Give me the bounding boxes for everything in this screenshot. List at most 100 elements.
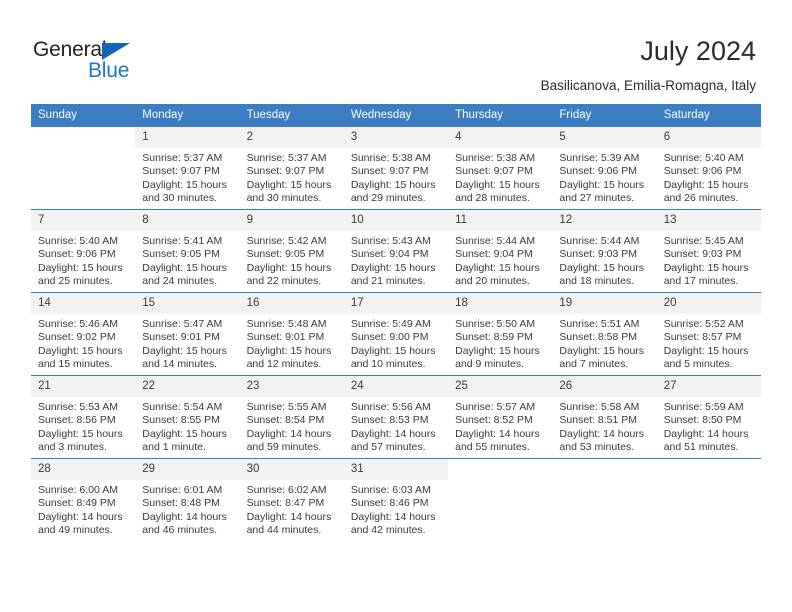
calendar-week-row: 21 Sunrise: 5:53 AM Sunset: 8:56 PM Dayligh… xyxy=(31,375,761,459)
sunset-text: Sunset: 8:54 PM xyxy=(246,414,325,427)
calendar-day-cell[interactable]: 18 Sunrise: 5:50 AM Sunset: 8:59 PM Dayligh… xyxy=(448,292,553,376)
calendar-day-cell[interactable]: 14 Sunrise: 5:46 AM Sunset: 9:02 PM Dayligh… xyxy=(31,292,136,376)
day-number: 23 xyxy=(239,376,344,397)
calendar-day-cell[interactable]: 25 Sunrise: 5:57 AM Sunset: 8:52 PM Dayligh… xyxy=(448,375,553,459)
sunrise-text: Sunrise: 5:54 AM xyxy=(142,401,223,413)
calendar-day-cell[interactable]: 24 Sunrise: 5:56 AM Sunset: 8:53 PM Dayligh… xyxy=(343,375,449,459)
calendar-day-cell[interactable]: 31 Sunrise: 6:03 AM Sunset: 8:46 PM Dayligh… xyxy=(343,458,449,541)
calendar-day-cell[interactable]: 30 Sunrise: 6:02 AM Sunset: 8:47 PM Dayligh… xyxy=(239,458,344,541)
general-blue-logo[interactable]: General Blue xyxy=(33,38,193,84)
calendar-body: 1 Sunrise: 5:37 AM Sunset: 9:07 PM Daylight… xyxy=(31,126,761,541)
daylight-text: Daylight: 15 hours and 21 minutes. xyxy=(350,261,436,288)
day-number: 13 xyxy=(656,210,761,231)
day-number: 18 xyxy=(448,293,553,314)
day-number: 10 xyxy=(343,210,449,231)
day-sun-info: Sunrise: 5:37 AM Sunset: 9:07 PM Daylight:… xyxy=(240,148,344,206)
daylight-text: Daylight: 15 hours and 1 minute. xyxy=(142,427,227,454)
daylight-text: Daylight: 15 hours and 25 minutes. xyxy=(38,261,123,288)
day-sun-info: Sunrise: 5:50 AM Sunset: 8:59 PM Daylight:… xyxy=(448,314,552,372)
day-number: 4 xyxy=(448,127,553,148)
calendar-day-cell[interactable]: 13 Sunrise: 5:45 AM Sunset: 9:03 PM Dayligh… xyxy=(656,209,761,293)
day-sun-info: Sunrise: 5:43 AM Sunset: 9:04 PM Daylight:… xyxy=(344,231,448,289)
daylight-text: Daylight: 15 hours and 29 minutes. xyxy=(350,178,436,205)
day-sun-info: Sunrise: 5:39 AM Sunset: 9:06 PM Daylight:… xyxy=(552,148,656,206)
sunrise-text: Sunrise: 5:50 AM xyxy=(455,318,536,330)
daylight-text: Daylight: 15 hours and 7 minutes. xyxy=(559,344,645,371)
calendar-day-cell[interactable]: 16 Sunrise: 5:48 AM Sunset: 9:01 PM Dayligh… xyxy=(239,292,344,376)
daylight-text: Daylight: 15 hours and 30 minutes. xyxy=(142,178,227,205)
sunrise-text: Sunrise: 5:41 AM xyxy=(142,235,223,247)
day-sun-info: Sunrise: 5:42 AM Sunset: 9:05 PM Daylight:… xyxy=(240,231,344,289)
sunset-text: Sunset: 9:06 PM xyxy=(663,165,742,178)
sunrise-text: Sunrise: 5:56 AM xyxy=(350,401,431,413)
day-number: 25 xyxy=(448,376,553,397)
calendar-day-cell[interactable]: 15 Sunrise: 5:47 AM Sunset: 9:01 PM Dayligh… xyxy=(135,292,240,376)
calendar-day-cell[interactable]: 4 Sunrise: 5:38 AM Sunset: 9:07 PM Daylight… xyxy=(448,126,553,210)
calendar-day-cell[interactable]: 27 Sunrise: 5:59 AM Sunset: 8:50 PM Dayligh… xyxy=(656,375,761,459)
calendar-day-cell[interactable]: 2 Sunrise: 5:37 AM Sunset: 9:07 PM Daylight… xyxy=(239,126,344,210)
sunrise-text: Sunrise: 6:02 AM xyxy=(246,484,327,496)
calendar-day-cell[interactable]: 1 Sunrise: 5:37 AM Sunset: 9:07 PM Daylight… xyxy=(135,126,240,210)
sunset-text: Sunset: 9:07 PM xyxy=(142,165,220,178)
sunset-text: Sunset: 9:07 PM xyxy=(246,165,325,178)
day-sun-info: Sunrise: 5:51 AM Sunset: 8:58 PM Daylight:… xyxy=(552,314,656,372)
weekday-header-thursday: Thursday xyxy=(448,104,553,127)
sunrise-text: Sunrise: 5:47 AM xyxy=(142,318,223,330)
sunrise-text: Sunrise: 5:37 AM xyxy=(246,152,327,164)
day-number: 6 xyxy=(656,127,761,148)
daylight-text: Daylight: 14 hours and 49 minutes. xyxy=(38,510,123,537)
day-sun-info: Sunrise: 5:44 AM Sunset: 9:03 PM Daylight:… xyxy=(552,231,656,289)
sunset-text: Sunset: 9:05 PM xyxy=(142,248,220,261)
sunrise-text: Sunrise: 5:44 AM xyxy=(455,235,536,247)
calendar-day-cell[interactable]: 9 Sunrise: 5:42 AM Sunset: 9:05 PM Daylight… xyxy=(239,209,344,293)
sunrise-text: Sunrise: 6:03 AM xyxy=(350,484,431,496)
sunset-text: Sunset: 8:47 PM xyxy=(246,497,325,510)
day-number: 7 xyxy=(31,210,136,231)
day-sun-info: Sunrise: 5:44 AM Sunset: 9:04 PM Daylight:… xyxy=(448,231,552,289)
calendar-day-cell[interactable]: 12 Sunrise: 5:44 AM Sunset: 9:03 PM Dayligh… xyxy=(552,209,657,293)
calendar-day-cell[interactable]: 22 Sunrise: 5:54 AM Sunset: 8:55 PM Dayligh… xyxy=(135,375,240,459)
calendar-day-cell[interactable]: 23 Sunrise: 5:55 AM Sunset: 8:54 PM Dayligh… xyxy=(239,375,344,459)
day-number: 16 xyxy=(239,293,344,314)
day-sun-info: Sunrise: 5:53 AM Sunset: 8:56 PM Daylight:… xyxy=(31,397,135,455)
calendar-day-cell[interactable]: 10 Sunrise: 5:43 AM Sunset: 9:04 PM Dayligh… xyxy=(343,209,449,293)
day-number: 3 xyxy=(343,127,449,148)
calendar-container: Sunday Monday Tuesday Wednesday Thursday… xyxy=(31,104,761,541)
calendar-day-cell[interactable]: 28 Sunrise: 6:00 AM Sunset: 8:49 PM Dayligh… xyxy=(31,458,136,541)
calendar-day-cell[interactable]: 19 Sunrise: 5:51 AM Sunset: 8:58 PM Dayligh… xyxy=(552,292,657,376)
calendar-day-cell[interactable]: 17 Sunrise: 5:49 AM Sunset: 9:00 PM Dayligh… xyxy=(343,292,449,376)
daylight-text: Daylight: 14 hours and 46 minutes. xyxy=(142,510,227,537)
weekday-header-wednesday: Wednesday xyxy=(343,104,449,127)
sunset-text: Sunset: 8:50 PM xyxy=(663,414,742,427)
day-sun-info: Sunrise: 5:40 AM Sunset: 9:06 PM Daylight:… xyxy=(657,148,761,206)
calendar-day-cell[interactable]: 11 Sunrise: 5:44 AM Sunset: 9:04 PM Dayligh… xyxy=(448,209,553,293)
page-subtitle: Basilicanova, Emilia-Romagna, Italy xyxy=(540,78,756,93)
sunset-text: Sunset: 8:46 PM xyxy=(350,497,429,510)
calendar-day-cell[interactable]: 8 Sunrise: 5:41 AM Sunset: 9:05 PM Daylight… xyxy=(135,209,240,293)
day-number: 20 xyxy=(656,293,761,314)
day-number: 27 xyxy=(656,376,761,397)
sunset-text: Sunset: 8:55 PM xyxy=(142,414,220,427)
day-sun-info: Sunrise: 6:03 AM Sunset: 8:46 PM Daylight:… xyxy=(344,480,448,538)
day-number xyxy=(656,459,761,480)
sunset-text: Sunset: 9:04 PM xyxy=(350,248,429,261)
calendar-day-cell[interactable]: 7 Sunrise: 5:40 AM Sunset: 9:06 PM Daylight… xyxy=(31,209,136,293)
calendar-day-cell[interactable]: 3 Sunrise: 5:38 AM Sunset: 9:07 PM Daylight… xyxy=(343,126,449,210)
sunrise-text: Sunrise: 5:40 AM xyxy=(663,152,744,164)
day-sun-info: Sunrise: 5:56 AM Sunset: 8:53 PM Daylight:… xyxy=(344,397,448,455)
sunrise-text: Sunrise: 5:45 AM xyxy=(663,235,744,247)
calendar-day-cell[interactable]: 26 Sunrise: 5:58 AM Sunset: 8:51 PM Dayligh… xyxy=(552,375,657,459)
sunrise-text: Sunrise: 5:37 AM xyxy=(142,152,223,164)
calendar-day-cell[interactable]: 20 Sunrise: 5:52 AM Sunset: 8:57 PM Dayligh… xyxy=(656,292,761,376)
day-sun-info: Sunrise: 5:46 AM Sunset: 9:02 PM Daylight:… xyxy=(31,314,135,372)
day-number: 29 xyxy=(135,459,240,480)
day-sun-info: Sunrise: 6:01 AM Sunset: 8:48 PM Daylight:… xyxy=(135,480,239,538)
sunrise-text: Sunrise: 5:40 AM xyxy=(38,235,118,247)
sunset-text: Sunset: 9:01 PM xyxy=(142,331,220,344)
calendar-day-cell[interactable]: 29 Sunrise: 6:01 AM Sunset: 8:48 PM Dayligh… xyxy=(135,458,240,541)
sunset-text: Sunset: 9:07 PM xyxy=(455,165,533,178)
calendar-page: General Blue July 2024 Basilicanova, Emi… xyxy=(0,0,792,612)
calendar-day-cell[interactable]: 5 Sunrise: 5:39 AM Sunset: 9:06 PM Daylight… xyxy=(552,126,657,210)
calendar-day-cell[interactable]: 21 Sunrise: 5:53 AM Sunset: 8:56 PM Dayligh… xyxy=(31,375,136,459)
calendar-day-cell[interactable]: 6 Sunrise: 5:40 AM Sunset: 9:06 PM Daylight… xyxy=(656,126,761,210)
